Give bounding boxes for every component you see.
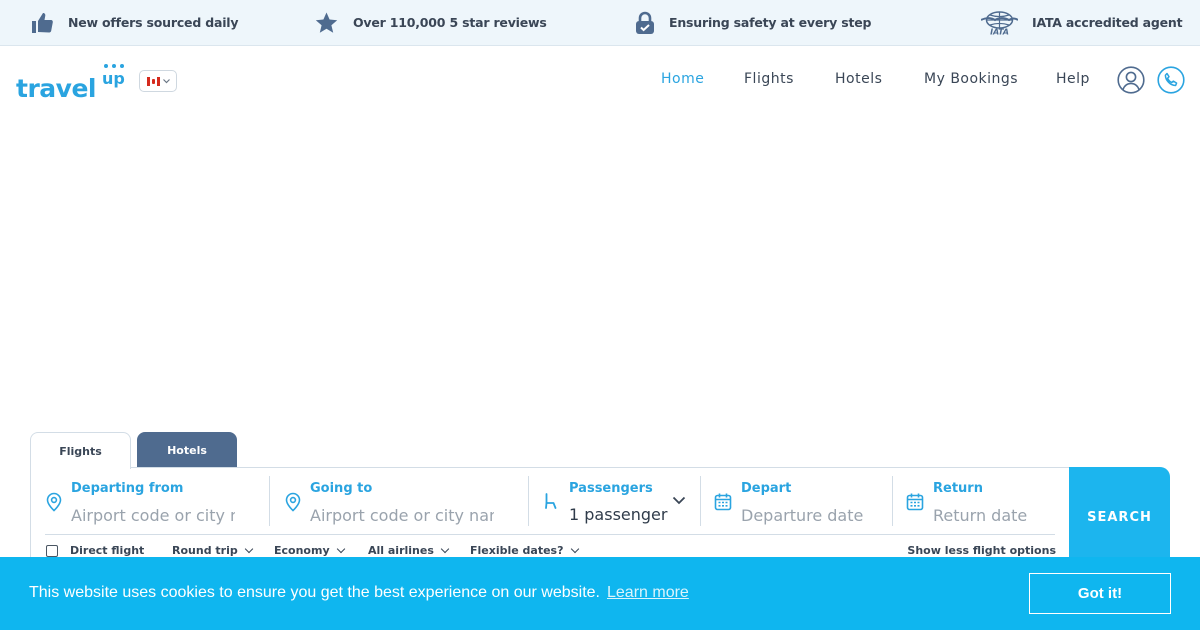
going-to-input[interactable] — [310, 504, 494, 526]
language-selector[interactable] — [139, 70, 177, 92]
going-to-field[interactable]: Going to — [284, 476, 524, 526]
depart-label: Depart — [741, 481, 792, 496]
trust-item-iata: IATA IATA accredited agent — [981, 0, 1183, 45]
cabin-class-label: Economy — [274, 544, 330, 557]
flexible-dates-dropdown[interactable]: Flexible dates? — [470, 544, 579, 557]
trip-type-dropdown[interactable]: Round trip — [172, 544, 253, 557]
departure-date-input[interactable] — [741, 504, 881, 526]
departing-from-input[interactable] — [71, 504, 235, 526]
flight-options-row: Direct flight Round trip Economy All air… — [46, 544, 1056, 558]
learn-more-link[interactable]: Learn more — [607, 584, 689, 602]
canada-flag-icon — [146, 76, 160, 86]
divider — [892, 476, 893, 526]
passengers-selector[interactable]: Passengers 1 passenger — [543, 476, 688, 526]
airlines-label: All airlines — [368, 544, 434, 557]
tab-flights[interactable]: Flights — [30, 432, 131, 469]
depart-date-field[interactable]: Depart — [714, 476, 890, 526]
toggle-flight-options-label: Show less flight options — [907, 544, 1056, 557]
divider — [45, 534, 1055, 535]
return-date-field[interactable]: Return — [906, 476, 1056, 526]
direct-flight-checkbox[interactable] — [46, 544, 58, 557]
thumbs-up-icon — [30, 11, 54, 35]
nav-home[interactable]: Home — [661, 71, 704, 87]
calendar-icon — [714, 493, 732, 511]
nav-flights[interactable]: Flights — [744, 71, 794, 87]
trust-item-reviews: Over 110,000 5 star reviews — [314, 0, 547, 45]
chevron-down-icon — [570, 544, 579, 553]
trust-text: New offers sourced daily — [68, 15, 239, 30]
nav-help[interactable]: Help — [1056, 71, 1090, 87]
iata-logo-icon: IATA — [981, 10, 1018, 35]
passengers-value: 1 passenger — [569, 505, 668, 524]
toggle-flight-options-link[interactable]: Show less flight options — [907, 544, 1056, 557]
location-pin-icon — [285, 492, 301, 512]
chevron-down-icon — [162, 78, 170, 83]
user-account-icon[interactable] — [1117, 66, 1145, 94]
chevron-down-icon — [672, 496, 686, 505]
logo-superscript: up — [102, 69, 125, 88]
search-button[interactable]: SEARCH — [1069, 467, 1170, 567]
travelup-logo[interactable]: travel up — [16, 62, 128, 103]
logo-text: travel — [16, 74, 96, 102]
return-date-input[interactable] — [933, 504, 1053, 526]
departing-from-field[interactable]: Departing from — [45, 476, 267, 526]
trust-item-offers: New offers sourced daily — [30, 0, 239, 45]
seat-icon — [545, 493, 557, 509]
trust-bar: New offers sourced daily Over 110,000 5 … — [0, 0, 1200, 46]
passengers-label: Passengers — [569, 481, 653, 496]
return-label: Return — [933, 481, 983, 496]
chevron-down-icon — [336, 544, 345, 553]
tab-hotels[interactable]: Hotels — [137, 432, 237, 468]
chevron-down-icon — [440, 544, 450, 553]
cabin-class-dropdown[interactable]: Economy — [274, 544, 345, 557]
trip-type-label: Round trip — [172, 544, 238, 557]
departing-from-label: Departing from — [71, 481, 184, 496]
divider — [528, 476, 529, 526]
nav-hotels[interactable]: Hotels — [835, 71, 882, 87]
divider — [269, 476, 270, 526]
trust-text: Over 110,000 5 star reviews — [353, 15, 547, 30]
nav-my-bookings[interactable]: My Bookings — [924, 71, 1018, 87]
cookie-message: This website uses cookies to ensure you … — [29, 584, 600, 601]
star-icon — [314, 11, 339, 35]
divider — [700, 476, 701, 526]
going-to-label: Going to — [310, 481, 373, 496]
cookie-banner: This website uses cookies to ensure you … — [0, 557, 1200, 630]
lock-icon — [635, 11, 655, 35]
site-header: travel up Home Flights Hotels My Booking… — [0, 46, 1200, 116]
location-pin-icon — [46, 492, 62, 512]
trust-text: Ensuring safety at every step — [669, 15, 872, 30]
phone-icon[interactable] — [1157, 66, 1185, 94]
direct-flight-option[interactable]: Direct flight — [46, 544, 144, 557]
trust-item-safety: Ensuring safety at every step — [635, 0, 871, 45]
svg-text:IATA: IATA — [990, 27, 1009, 35]
flexible-dates-label: Flexible dates? — [470, 544, 564, 557]
calendar-icon — [906, 493, 924, 511]
chevron-down-icon — [244, 544, 253, 553]
direct-flight-label: Direct flight — [70, 544, 145, 557]
accept-cookies-button[interactable]: Got it! — [1029, 573, 1171, 614]
trust-text: IATA accredited agent — [1032, 15, 1183, 30]
airlines-dropdown[interactable]: All airlines — [368, 544, 450, 557]
